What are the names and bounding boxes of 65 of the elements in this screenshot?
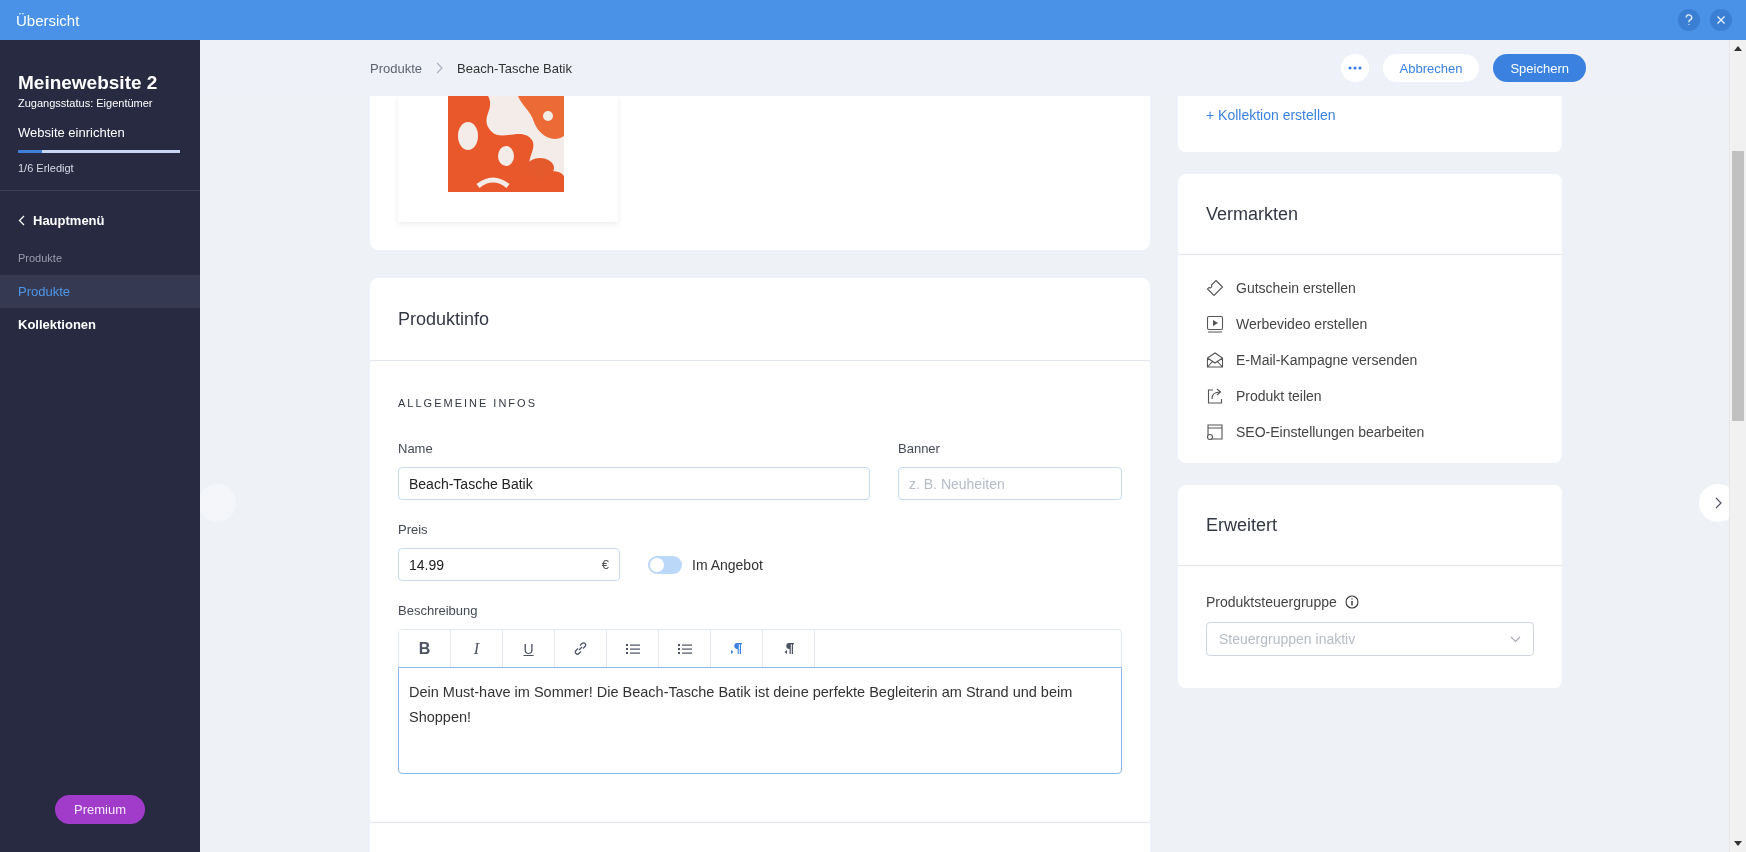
link-icon	[573, 641, 588, 656]
breadcrumb-item[interactable]: Produkte	[370, 60, 423, 76]
share-icon	[1206, 387, 1224, 405]
marketing-action[interactable]: E-Mail-Kampagne versenden	[1206, 351, 1534, 369]
marketing-action[interactable]: Werbevideo erstellen	[1206, 315, 1534, 333]
site-name: Meinewebsite 2	[18, 72, 159, 94]
sidebar-item[interactable]: Kollektionen	[0, 308, 200, 341]
card-title: Produktinfo	[398, 308, 490, 330]
action-label: Gutschein erstellen	[1236, 280, 1356, 296]
field-label: Beschreibung	[398, 603, 479, 618]
chevron-right-icon	[1714, 497, 1722, 509]
create-collection-link[interactable]: + Kollektion erstellen	[1206, 107, 1336, 123]
action-label: SEO-Einstellungen bearbeiten	[1236, 424, 1425, 440]
setup-label[interactable]: Website einrichten	[18, 125, 182, 140]
next-arrow-button[interactable]	[1699, 484, 1729, 522]
help-icon[interactable]	[1678, 9, 1700, 31]
chevron-down-icon	[1510, 635, 1521, 643]
scroll-down-icon[interactable]	[1734, 841, 1742, 846]
card-title: Vermarkten	[1206, 203, 1299, 225]
section-label: Produkte	[17, 251, 64, 266]
marketing-action[interactable]: Produkt teilen	[1206, 387, 1534, 405]
cancel-button[interactable]: Abbrechen	[1382, 54, 1480, 82]
bold-button[interactable]: B	[399, 630, 451, 667]
sale-toggle[interactable]	[648, 555, 682, 574]
paragraph-icon	[782, 642, 795, 655]
info-icon[interactable]	[1344, 595, 1359, 609]
field-label: Name	[398, 441, 434, 456]
price-field[interactable]: 14.99 €	[398, 548, 620, 581]
banner-field[interactable]: z. B. Neuheiten	[898, 467, 1122, 500]
dots-icon	[1347, 66, 1362, 70]
field-label: Banner	[898, 441, 941, 456]
play-icon	[1206, 315, 1224, 333]
back-link[interactable]: Hauptmenü	[0, 191, 200, 242]
tag-icon	[1206, 279, 1224, 297]
list-icon	[677, 642, 692, 655]
premium-button[interactable]: Premium	[55, 795, 145, 824]
marketing-action[interactable]: Gutschein erstellen	[1206, 279, 1534, 297]
paragraph-icon	[730, 642, 743, 655]
close-icon[interactable]	[1710, 9, 1732, 31]
action-label: Werbevideo erstellen	[1236, 316, 1368, 332]
marketing-action[interactable]: SEO-Einstellungen bearbeiten	[1206, 423, 1534, 441]
save-button[interactable]: Speichern	[1493, 54, 1586, 82]
field-label: Preis	[398, 522, 429, 537]
seo-page-icon	[1206, 423, 1224, 441]
breadcrumb-item: Beach-Tasche Batik	[457, 60, 572, 76]
setup-status: 1/6 Erledigt	[18, 162, 75, 174]
page-title: Übersicht	[16, 11, 80, 29]
field-label: Produktsteuergruppe	[1206, 594, 1337, 610]
card-title: Erweitert	[1206, 514, 1277, 536]
image-frame[interactable]	[398, 96, 618, 222]
back-label: Hauptmenü	[33, 213, 105, 228]
name-field[interactable]: Beach-Tasche Batik	[398, 467, 870, 500]
sidebar-item[interactable]: Produkte	[0, 275, 200, 308]
access-status: Zugangsstatus: Eigentümer	[18, 97, 154, 109]
chevron-left-icon	[18, 215, 25, 226]
section-heading: ALLGEMEINE INFOS	[398, 397, 538, 409]
toggle-label: Im Angebot	[692, 556, 763, 573]
scroll-thumb[interactable]	[1732, 151, 1744, 421]
chevron-right-icon	[436, 62, 444, 74]
description-field[interactable]: Dein Must-have im Sommer! Die Beach-Tasche Batik ist deine perfekte Begleiterin am Strand und beim Shoppen!	[398, 667, 1122, 774]
action-label: Produkt teilen	[1236, 388, 1322, 404]
envelope-icon	[1206, 351, 1224, 369]
action-label: E-Mail-Kampagne versenden	[1236, 352, 1418, 368]
list-icon	[625, 642, 640, 655]
scroll-up-icon[interactable]	[1734, 46, 1742, 51]
